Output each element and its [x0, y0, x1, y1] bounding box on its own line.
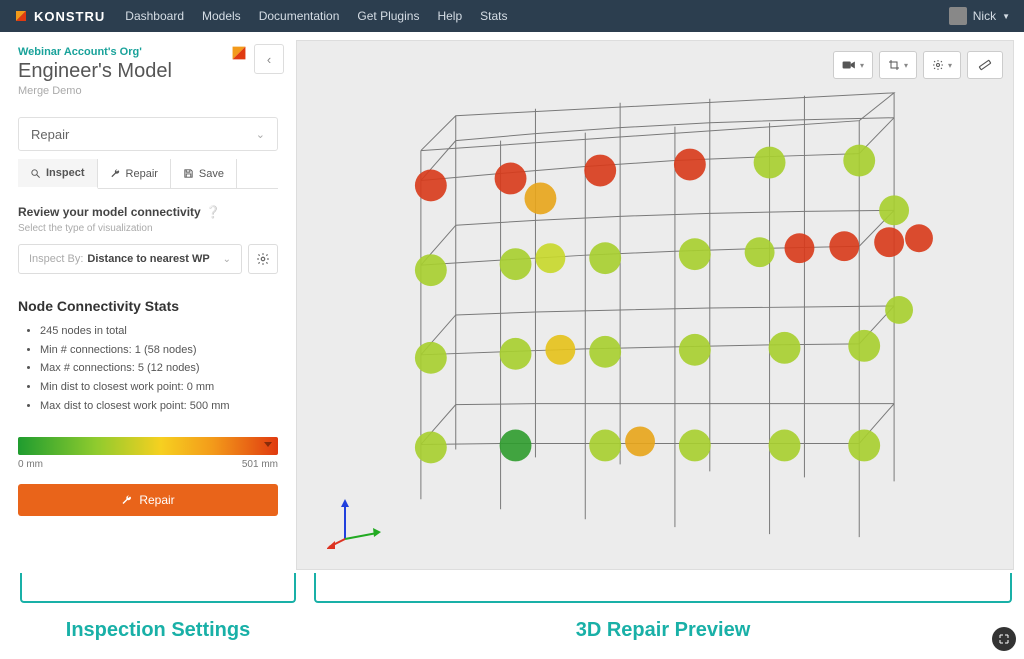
viewport-3d[interactable]: ▾ ▾ ▾: [296, 40, 1014, 570]
crop-menu-button[interactable]: ▾: [879, 51, 917, 79]
page-subtitle: Merge Demo: [18, 85, 278, 97]
review-heading: Review your model connectivity ❔: [18, 205, 278, 219]
tab-save[interactable]: Save: [171, 159, 237, 188]
tab-repair-label: Repair: [126, 168, 158, 180]
legend-max: 501 mm: [242, 459, 278, 470]
search-icon: [30, 168, 41, 179]
annotations: Inspection Settings 3D Repair Preview: [20, 579, 1012, 651]
nav-links: Dashboard Models Documentation Get Plugi…: [125, 9, 507, 23]
stat-item: Max # connections: 5 (12 nodes): [40, 359, 278, 378]
brand-logo[interactable]: KONSTRU: [14, 9, 105, 24]
viewport-toolbar: ▾ ▾ ▾: [833, 51, 1003, 79]
brand-text: KONSTRU: [34, 9, 105, 24]
tab-inspect[interactable]: Inspect: [18, 159, 98, 189]
stats-heading: Node Connectivity Stats: [18, 298, 278, 314]
help-icon[interactable]: ❔: [206, 205, 221, 219]
nav-stats[interactable]: Stats: [480, 9, 507, 23]
camera-menu-button[interactable]: ▾: [833, 51, 873, 79]
tab-save-label: Save: [199, 168, 224, 180]
chevron-down-icon: ⌄: [256, 128, 265, 141]
save-icon: [183, 168, 194, 179]
color-legend: 0 mm 501 mm: [18, 437, 278, 470]
gear-icon: [932, 59, 944, 71]
stat-item: Max dist to closest work point: 500 mm: [40, 397, 278, 416]
chevron-down-icon: ▾: [904, 61, 908, 70]
wrench-icon: [121, 494, 133, 506]
inspect-settings-button[interactable]: [248, 244, 278, 274]
nav-help[interactable]: Help: [437, 9, 462, 23]
fullscreen-icon[interactable]: [992, 627, 1016, 651]
nav-get-plugins[interactable]: Get Plugins: [357, 9, 419, 23]
chevron-down-icon: ▾: [860, 61, 864, 70]
wrench-icon: [110, 168, 121, 179]
legend-min: 0 mm: [18, 459, 43, 470]
tab-bar: Inspect Repair Save: [18, 159, 278, 189]
stat-item: Min # connections: 1 (58 nodes): [40, 341, 278, 360]
chevron-down-icon: ⌄: [223, 254, 231, 265]
nav-models[interactable]: Models: [202, 9, 241, 23]
stat-item: 245 nodes in total: [40, 322, 278, 341]
collapse-sidebar-button[interactable]: ‹: [254, 44, 284, 74]
stats-list: 245 nodes in total Min # connections: 1 …: [18, 322, 278, 415]
crop-icon: [888, 59, 900, 71]
stat-item: Min dist to closest work point: 0 mm: [40, 378, 278, 397]
settings-menu-button[interactable]: ▾: [923, 51, 961, 79]
repair-button-label: Repair: [139, 493, 174, 507]
mode-select[interactable]: Repair ⌄: [18, 117, 278, 151]
review-subtext: Select the type of visualization: [18, 223, 278, 234]
brand-icon: [14, 9, 28, 23]
user-name: Nick: [973, 9, 996, 23]
tab-inspect-label: Inspect: [46, 167, 85, 179]
legend-gradient[interactable]: [18, 437, 278, 455]
top-nav: KONSTRU Dashboard Models Documentation G…: [0, 0, 1024, 32]
gear-icon: [256, 252, 270, 266]
chevron-down-icon: ▼: [1002, 12, 1010, 21]
camera-icon: [842, 60, 856, 70]
model-logo-icon: [230, 44, 248, 67]
inspect-by-select[interactable]: Inspect By: Distance to nearest WP ⌄: [18, 244, 242, 274]
chevron-down-icon: ▾: [948, 61, 952, 70]
tab-repair[interactable]: Repair: [98, 159, 171, 188]
measure-button[interactable]: [967, 51, 1003, 79]
avatar: [949, 7, 967, 25]
nav-documentation[interactable]: Documentation: [259, 9, 340, 23]
repair-button[interactable]: Repair: [18, 484, 278, 516]
scene-3d: [297, 41, 1013, 569]
annotation-right: 3D Repair Preview: [576, 619, 751, 642]
nav-dashboard[interactable]: Dashboard: [125, 9, 184, 23]
inspect-by-value: Distance to nearest WP: [87, 253, 209, 265]
inspect-by-label: Inspect By:: [29, 253, 83, 265]
sidebar: ‹ Webinar Account's Org' Engineer's Mode…: [0, 32, 296, 574]
annotation-left: Inspection Settings: [66, 619, 250, 642]
user-menu[interactable]: Nick ▼: [949, 7, 1010, 25]
axis-gizmo[interactable]: [327, 493, 383, 549]
mode-select-value: Repair: [31, 127, 69, 142]
ruler-icon: [978, 58, 992, 72]
chevron-left-icon: ‹: [267, 52, 271, 67]
